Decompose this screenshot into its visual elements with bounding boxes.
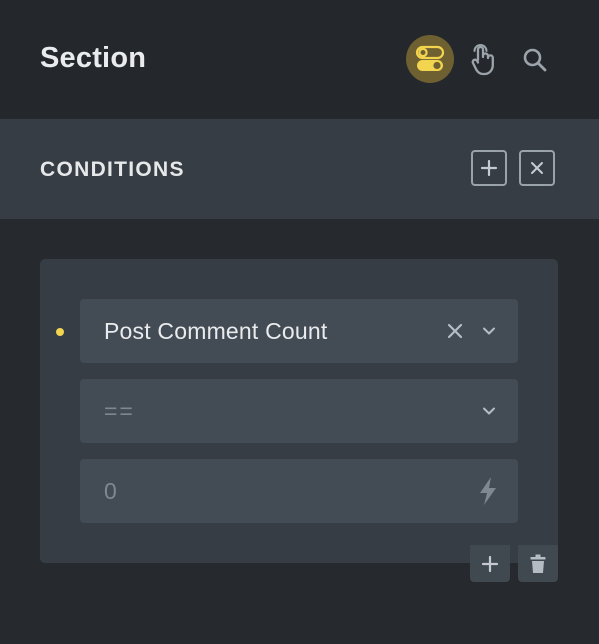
condition-value-placeholder: 0 xyxy=(104,478,117,504)
pointer-hand-icon xyxy=(471,44,494,76)
condition-key-value: Post Comment Count xyxy=(104,318,328,344)
search-icon xyxy=(523,48,547,72)
dynamic-data-button[interactable] xyxy=(474,475,502,507)
search-button[interactable] xyxy=(515,40,555,80)
condition-operator-select[interactable]: == xyxy=(80,379,518,443)
delete-condition-button[interactable] xyxy=(518,545,558,582)
add-condition-group-button[interactable] xyxy=(471,150,507,186)
operator-dropdown-toggle[interactable] xyxy=(480,402,498,420)
close-icon xyxy=(531,162,543,174)
condition-status-dot xyxy=(56,328,64,336)
chevron-down-icon xyxy=(483,327,495,335)
conditions-title: CONDITIONS xyxy=(40,158,185,181)
plus-icon xyxy=(481,555,499,572)
lightning-bolt-icon xyxy=(480,477,496,505)
close-conditions-button[interactable] xyxy=(519,150,555,186)
key-dropdown-toggle[interactable] xyxy=(480,322,498,340)
condition-key-select[interactable]: Post Comment Count xyxy=(80,299,518,363)
clear-key-button[interactable] xyxy=(444,320,466,342)
condition-value-input[interactable]: 0 xyxy=(80,459,518,523)
trash-icon xyxy=(530,554,546,573)
toggle-switch-icon xyxy=(415,45,445,71)
toggle-controls-button[interactable] xyxy=(406,35,454,83)
add-condition-button[interactable] xyxy=(470,545,510,582)
pointer-button[interactable] xyxy=(463,40,503,80)
chevron-down-icon xyxy=(483,407,495,415)
clear-icon xyxy=(447,323,463,339)
plus-icon xyxy=(480,159,498,177)
condition-operator-value: == xyxy=(104,398,135,424)
panel-title: Section xyxy=(40,42,147,74)
